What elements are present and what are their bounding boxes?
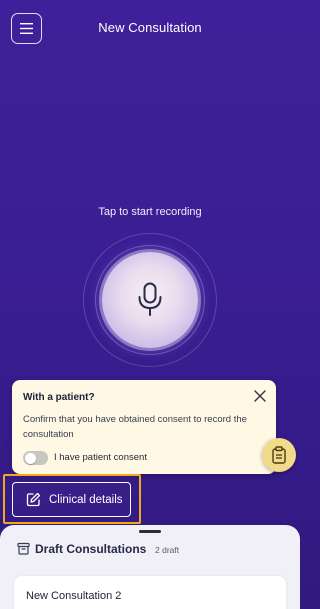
edit-icon bbox=[26, 492, 41, 507]
toggle-knob bbox=[24, 452, 36, 464]
microphone-icon bbox=[138, 282, 162, 316]
clinical-details-button[interactable]: Clinical details bbox=[12, 482, 131, 517]
top-bar: New Consultation bbox=[0, 0, 300, 60]
clinical-details-label: Clinical details bbox=[49, 493, 123, 506]
drafts-title: Draft Consultations bbox=[35, 542, 147, 556]
draft-consultations-sheet: Draft Consultations 2 draft New Consulta… bbox=[0, 525, 300, 609]
drafts-count: 2 draft bbox=[155, 545, 180, 555]
recording-hint: Tap to start recording bbox=[98, 206, 202, 218]
close-icon[interactable] bbox=[253, 389, 267, 403]
record-button[interactable] bbox=[102, 252, 198, 348]
clipboard-icon bbox=[272, 446, 286, 464]
archive-box-icon bbox=[17, 542, 30, 555]
patient-consent-label: I have patient consent bbox=[54, 452, 147, 463]
page-title: New Consultation bbox=[98, 20, 202, 35]
patient-consent-card: With a patient? Confirm that you have ob… bbox=[12, 380, 276, 474]
consent-card-title: With a patient? bbox=[23, 392, 95, 403]
sheet-drag-handle[interactable] bbox=[139, 530, 161, 533]
draft-consultation-name: New Consultation 2 bbox=[26, 590, 122, 602]
clipboard-fab-button[interactable] bbox=[262, 438, 296, 472]
draft-consultation-item[interactable]: New Consultation 2 bbox=[14, 576, 286, 609]
patient-consent-toggle[interactable] bbox=[23, 451, 48, 465]
consent-card-message: Confirm that you have obtained consent t… bbox=[23, 414, 247, 440]
